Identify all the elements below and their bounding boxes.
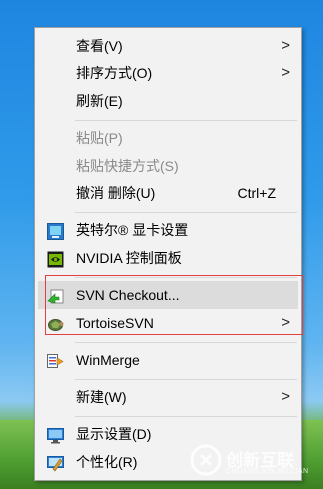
chevron-right-icon: > [281,314,290,331]
menu-separator [75,342,297,343]
tortoisesvn-icon [47,314,64,331]
menu-separator [75,120,297,121]
menu-item-paste-shortcut[interactable]: 粘贴快捷方式(S) [38,152,298,180]
menu-item-label: NVIDIA 控制面板 [76,250,182,266]
menu-separator [75,277,297,278]
menu-item-label: 粘贴快捷方式(S) [76,158,179,174]
context-menu: 查看(V) > 排序方式(O) > 刷新(E) 粘贴(P) 粘贴快捷方式(S) … [34,27,303,481]
svn-checkout-icon [47,286,64,304]
menu-item-label: 英特尔® 显卡设置 [76,222,189,238]
menu-item-label: 撤消 删除(U) [76,185,156,201]
menu-separator [75,212,297,213]
menu-item-intel-graphics[interactable]: 英特尔® 显卡设置 [38,216,298,244]
winmerge-icon [47,351,64,368]
menu-separator [75,416,297,417]
menu-item-undo-delete[interactable]: 撤消 删除(U) Ctrl+Z [38,179,298,207]
menu-item-paste[interactable]: 粘贴(P) [38,124,298,152]
menu-item-label: SVN Checkout... [76,287,180,303]
chevron-right-icon: > [281,388,290,405]
chevron-right-icon: > [281,37,290,54]
nvidia-icon [47,249,64,268]
menu-item-new[interactable]: 新建(W) > [38,383,298,411]
display-settings-icon [47,425,64,444]
menu-item-tortoisesvn[interactable]: TortoiseSVN > [38,309,298,337]
watermark: 创新互联 CHUANG XIN HU LIAN [190,442,320,482]
menu-item-label: WinMerge [76,352,140,368]
menu-item-label: TortoiseSVN [76,315,154,331]
menu-item-nvidia-control-panel[interactable]: NVIDIA 控制面板 [38,244,298,272]
personalize-icon [47,453,64,472]
menu-item-label: 查看(V) [76,38,123,54]
menu-item-shortcut: Ctrl+Z [237,185,277,201]
menu-item-sort-by[interactable]: 排序方式(O) > [38,59,298,87]
menu-item-refresh[interactable]: 刷新(E) [38,87,298,115]
menu-item-winmerge[interactable]: WinMerge [38,346,298,374]
menu-item-view[interactable]: 查看(V) > [38,32,298,60]
menu-item-label: 个性化(R) [76,454,138,470]
menu-item-label: 排序方式(O) [76,65,153,81]
menu-item-label: 粘贴(P) [76,130,123,146]
watermark-logo-icon [190,444,222,476]
menu-item-label: 显示设置(D) [76,426,152,442]
chevron-right-icon: > [281,64,290,81]
menu-item-label: 新建(W) [76,389,127,405]
menu-separator [75,379,297,380]
menu-item-svn-checkout[interactable]: SVN Checkout... [38,281,298,309]
intel-graphics-icon [47,221,64,240]
menu-item-label: 刷新(E) [76,93,123,109]
watermark-subtext: CHUANG XIN HU LIAN [226,468,309,475]
